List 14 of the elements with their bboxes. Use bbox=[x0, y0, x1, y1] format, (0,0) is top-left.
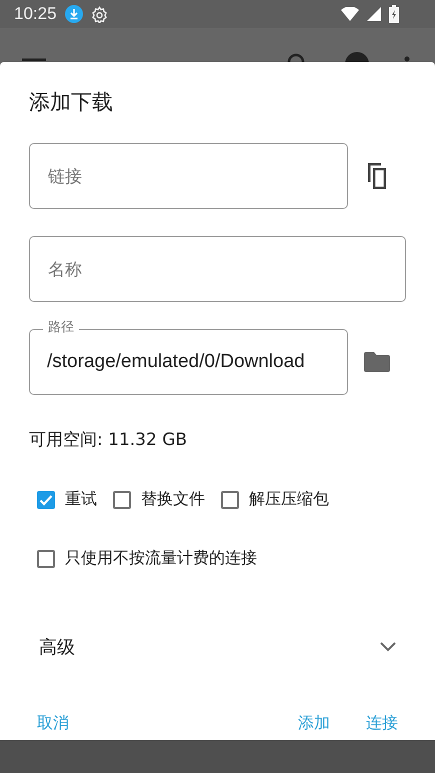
add-button[interactable]: 添加 bbox=[290, 709, 338, 738]
cancel-button[interactable]: 取消 bbox=[29, 709, 77, 738]
clock: 10:25 bbox=[14, 4, 57, 24]
input-field[interactable]: 链接 bbox=[29, 143, 348, 209]
advanced-label[interactable]: 高级 bbox=[39, 635, 380, 659]
checkbox-label: 替换文件 bbox=[141, 489, 205, 510]
connect-button[interactable]: 连接 bbox=[358, 709, 406, 738]
dialog-title: 添加下载 bbox=[29, 89, 114, 116]
checkbox-label: 重试 bbox=[65, 489, 97, 510]
input-field[interactable]: 名称 bbox=[29, 236, 406, 302]
free-space-text: 可用空间: 11.32 GB bbox=[29, 429, 188, 451]
field-label: 路径 bbox=[43, 320, 79, 336]
checkbox-label: 解压压缩包 bbox=[249, 489, 329, 510]
checkbox-label: 只使用不按流量计费的连接 bbox=[65, 548, 257, 569]
